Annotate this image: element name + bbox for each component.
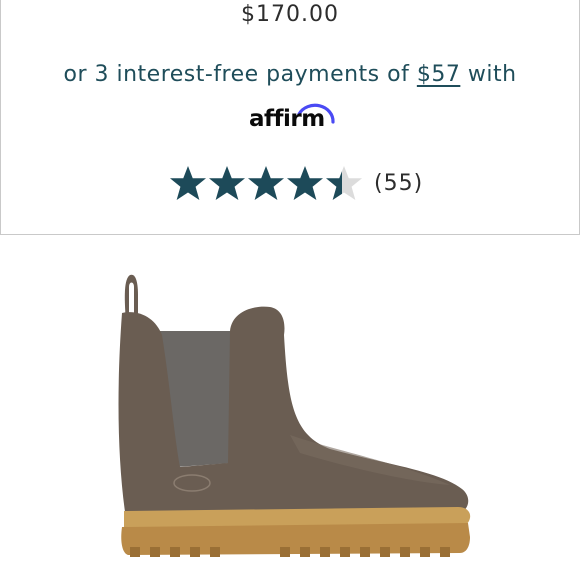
product-image[interactable] bbox=[0, 235, 580, 580]
price-panel: $170.00 or 3 interest-free payments of $… bbox=[0, 0, 580, 234]
star-filled-icon bbox=[287, 165, 323, 201]
installment-amount-link[interactable]: $57 bbox=[417, 62, 461, 87]
installments-text: or 3 interest-free payments of $57 with bbox=[1, 62, 579, 87]
star-rating[interactable]: (55) bbox=[169, 163, 423, 203]
product-price: $170.00 bbox=[241, 2, 339, 27]
star-half-icon bbox=[326, 165, 362, 201]
affirm-logo[interactable]: affirm bbox=[249, 96, 339, 134]
star-filled-icon bbox=[248, 165, 284, 201]
boot-illustration bbox=[118, 274, 471, 557]
installments-prefix: or 3 interest-free payments of bbox=[63, 62, 417, 87]
boot-sole-lugs bbox=[130, 547, 450, 557]
affirm-wordmark: affirm bbox=[249, 106, 325, 132]
review-count[interactable]: (55) bbox=[374, 171, 423, 196]
star-filled-icon bbox=[170, 165, 206, 201]
star-filled-icon bbox=[209, 165, 245, 201]
installments-suffix: with bbox=[460, 62, 517, 87]
